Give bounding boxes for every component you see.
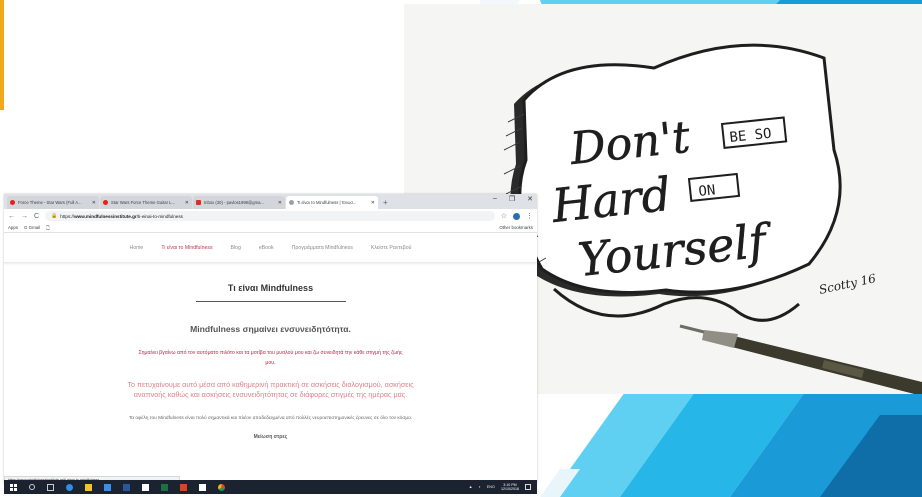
powerpoint-icon[interactable] xyxy=(180,483,187,491)
browser-tab[interactable]: Star Wars Force Theme Guitar L... ✕ xyxy=(100,196,192,209)
network-icon[interactable]: ▲ xyxy=(469,485,473,489)
clock-date: 12/10/2018 xyxy=(501,487,519,491)
notifications-icon[interactable] xyxy=(525,484,531,490)
nav-blog[interactable]: Blog xyxy=(231,245,241,251)
youtube-icon xyxy=(10,200,15,205)
artwork-line-4: ON xyxy=(698,182,716,200)
close-icon[interactable]: ✕ xyxy=(92,200,96,206)
nav-home[interactable]: Home xyxy=(129,245,143,251)
tab-title: Force Theme - Star Wars (Full A... xyxy=(18,200,82,205)
search-icon[interactable] xyxy=(29,484,35,490)
windows-taskbar: ▲ ◖ ENG 3:10 PM 12/10/2018 xyxy=(4,480,537,494)
language-indicator[interactable]: ENG xyxy=(487,485,495,489)
close-icon[interactable]: ✕ xyxy=(371,200,375,206)
edge-icon[interactable] xyxy=(66,483,73,491)
youtube-icon xyxy=(103,200,108,205)
bookmark-gmail[interactable]: G Gmail xyxy=(24,225,40,230)
window-controls: – ❐ ✕ xyxy=(493,195,533,203)
nav-ebook[interactable]: eBook xyxy=(259,245,274,251)
reload-button[interactable]: C xyxy=(34,213,39,220)
word-icon[interactable] xyxy=(123,483,130,491)
app-icon[interactable] xyxy=(142,483,149,491)
intro-paragraph: Σημαίνει βγαίνω από τον αυτόματο πιλότο … xyxy=(138,350,403,366)
maximize-button[interactable]: ❐ xyxy=(509,195,515,203)
nav-programs[interactable]: Προγράμματα Mindfulness xyxy=(292,245,353,251)
close-window-button[interactable]: ✕ xyxy=(527,195,533,203)
url-host: www.mindfulnessinstitute.gr xyxy=(74,213,137,219)
site-navigation: Home Τι είναι το Mindfulness Blog eBook … xyxy=(4,233,537,263)
profile-avatar[interactable] xyxy=(513,212,520,220)
minimize-button[interactable]: – xyxy=(493,195,497,203)
mail-icon[interactable] xyxy=(199,483,206,491)
url-path: /ti-einai-to-mindfulness xyxy=(136,213,183,219)
bookmarks-bar: Apps G Gmail 🗋 Other bookmarks xyxy=(4,223,537,233)
browser-window: Force Theme - Star Wars (Full A... ✕ Sta… xyxy=(4,194,537,484)
back-button[interactable]: ← xyxy=(8,213,15,220)
bookmark-page-icon[interactable]: 🗋 xyxy=(46,224,50,232)
section-subheading: Μείωση στρες xyxy=(253,434,288,440)
bookmark-star-icon[interactable]: ☆ xyxy=(501,212,507,220)
other-bookmarks[interactable]: Other bookmarks xyxy=(499,225,533,230)
bookmark-apps[interactable]: Apps xyxy=(8,225,18,230)
lock-icon: 🔒 xyxy=(51,213,58,219)
task-view-icon[interactable] xyxy=(47,483,54,491)
tab-title: Τι είναι το Mindfulness | Ένωσ... xyxy=(297,200,357,205)
volume-icon[interactable]: ◖ xyxy=(478,485,480,489)
page-title: Τι είναι Mindfulness xyxy=(227,283,314,293)
file-explorer-icon[interactable] xyxy=(85,483,92,491)
nav-what-is-mindfulness[interactable]: Τι είναι το Mindfulness xyxy=(161,245,212,251)
browser-tab-active[interactable]: Τι είναι το Mindfulness | Ένωσ... ✕ xyxy=(286,196,378,209)
windows-start-icon[interactable] xyxy=(10,483,17,491)
store-icon[interactable] xyxy=(104,483,111,491)
menu-icon[interactable]: ⋮ xyxy=(526,212,533,220)
excel-icon[interactable] xyxy=(161,483,168,491)
nav-book-appointment[interactable]: Κλείστε Ραντεβού xyxy=(371,245,412,251)
chrome-icon[interactable] xyxy=(218,483,225,491)
address-bar[interactable]: 🔒 https:// www.mindfulnessinstitute.gr /… xyxy=(45,211,495,221)
slide-accent-bar xyxy=(0,0,4,110)
system-tray: ▲ ◖ ENG 3:10 PM 12/10/2018 xyxy=(469,483,531,492)
slide-decoration-bottom xyxy=(540,385,922,497)
practice-paragraph: Το πετυχαίνουμε αυτό μέσα από καθημερινή… xyxy=(127,380,414,399)
clock[interactable]: 3:10 PM 12/10/2018 xyxy=(501,483,519,492)
gmail-icon xyxy=(196,200,201,205)
close-icon[interactable]: ✕ xyxy=(185,200,189,206)
tab-title: Inbox (30) - pavlos1998@gma... xyxy=(204,200,264,205)
tab-title: Star Wars Force Theme Guitar L... xyxy=(111,200,175,205)
presentation-slide: Don't BE SO Hard ON Yourself Scotty 16 F… xyxy=(0,0,922,497)
page-content: Τι είναι Mindfulness Mindfulness σημαίνε… xyxy=(4,263,537,440)
browser-toolbar: ← → C 🔒 https:// www.mindfulnessinstitut… xyxy=(4,209,537,223)
title-divider xyxy=(195,301,346,302)
close-icon[interactable]: ✕ xyxy=(278,200,282,206)
benefits-paragraph: Τα οφέλη του Mindfulness είναι πολύ σημα… xyxy=(128,416,413,421)
browser-tab[interactable]: Inbox (30) - pavlos1998@gma... ✕ xyxy=(193,196,285,209)
new-tab-button[interactable]: + xyxy=(383,196,388,209)
forward-button[interactable]: → xyxy=(21,213,28,220)
browser-tab[interactable]: Force Theme - Star Wars (Full A... ✕ xyxy=(7,196,99,209)
url-prefix: https:// xyxy=(60,213,75,219)
page-icon xyxy=(289,200,294,205)
tab-strip: Force Theme - Star Wars (Full A... ✕ Sta… xyxy=(4,194,537,209)
lead-heading: Mindfulness σημαίνει ενσυνειδητότητα. xyxy=(190,324,351,334)
